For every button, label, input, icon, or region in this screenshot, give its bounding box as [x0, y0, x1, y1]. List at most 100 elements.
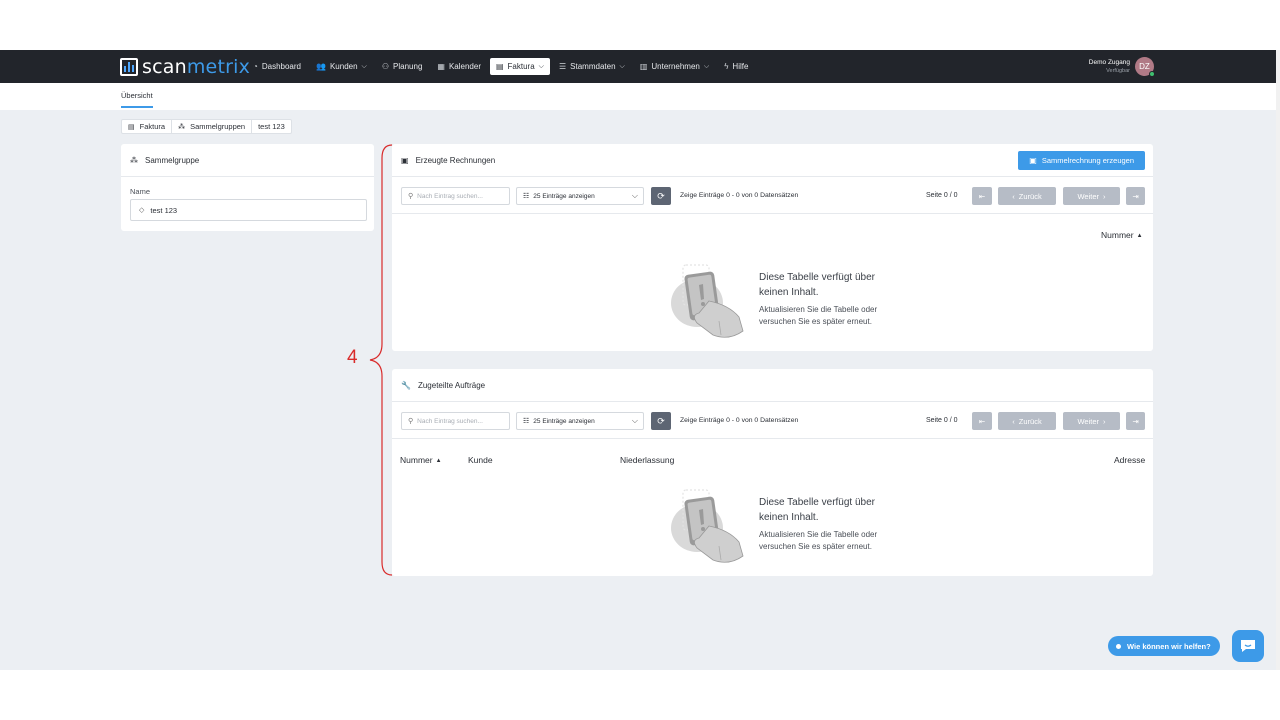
previous-page-button[interactable]: ‹ Zurück [998, 412, 1056, 430]
name-field: ◇ test 123 [130, 199, 367, 221]
chevron-down-icon: ⌵ [538, 62, 544, 70]
search-icon: ⚲ [408, 193, 414, 200]
nav-item-hilfe[interactable]: ϟ Hilfe [718, 58, 754, 75]
breadcrumb-item-current: test 123 [258, 122, 285, 131]
last-page-button[interactable]: ⇥ [1126, 412, 1145, 430]
empty-state-text: Aktualisieren Sie die Tabelle oder versu… [759, 305, 878, 326]
refresh-button[interactable]: ⟳ [651, 412, 671, 430]
card-header: ⁂ Sammelgruppe [121, 144, 374, 177]
empty-state: Diese Tabelle verfügt über keinen Inhalt… [669, 486, 899, 566]
create-collective-invoice-button[interactable]: ▣ Sammelrechnung erzeugen [1018, 151, 1145, 170]
previous-page-button[interactable]: ‹ Zurück [998, 187, 1056, 205]
chevron-down-icon: ⌵ [361, 62, 367, 70]
search-box[interactable]: ⚲ [401, 412, 510, 430]
cubes-icon: ⁂ [130, 155, 138, 165]
help-icon: ϟ [724, 62, 729, 71]
next-page-button[interactable]: Weiter › [1063, 187, 1120, 205]
column-header-kunde[interactable]: Kunde [468, 455, 493, 465]
chevron-left-icon: ‹ [1012, 416, 1015, 426]
brand-logo[interactable]: scanmetrix [120, 56, 251, 78]
chevron-down-icon: ⌵ [631, 416, 638, 425]
avatar[interactable]: DZ [1135, 57, 1155, 77]
status-dot [1116, 643, 1121, 649]
page-size-select[interactable]: ☷ 25 Einträge anzeigen ⌵ [516, 187, 644, 205]
nav-item-unternehmen[interactable]: ▥ Unternehmen ⌵ [634, 58, 715, 75]
sammelgruppe-card: ⁂ Sammelgruppe Name ◇ test 123 [121, 144, 374, 231]
chat-button[interactable] [1232, 630, 1264, 662]
tab-uebersicht[interactable]: Übersicht [121, 91, 153, 108]
page-size-select[interactable]: ☷ 25 Einträge anzeigen ⌵ [516, 412, 644, 430]
chevron-down-icon: ⌵ [619, 62, 625, 70]
nav-item-kalender[interactable]: ▦ Kalender [431, 58, 487, 75]
column-header-nummer[interactable]: Nummer ▲ [400, 455, 442, 465]
first-page-icon: ⇤ [978, 191, 986, 201]
page-indicator: Seite 0 / 0 [926, 417, 958, 424]
search-input[interactable] [417, 417, 506, 425]
last-page-icon: ⇥ [1132, 191, 1139, 201]
building-icon: ▥ [639, 62, 648, 71]
column-header-nummer[interactable]: Nummer ▲ [1101, 230, 1143, 240]
breadcrumb-item-faktura[interactable]: ▤ Faktura [122, 120, 173, 133]
money-bill-icon: ▣ [1029, 156, 1037, 165]
chevron-down-icon: ⌵ [703, 62, 710, 70]
sitemap-icon: ⚇ [381, 62, 390, 71]
breadcrumb-item-sammelgruppen[interactable]: ⁂ Sammelgruppen [172, 120, 253, 133]
online-status-dot [1149, 71, 1155, 77]
list-icon: ☷ [523, 193, 530, 200]
dashboard-icon: ◔ [253, 62, 258, 71]
page-indicator: Seite 0 / 0 [926, 192, 958, 199]
name-label: Name [130, 187, 151, 196]
search-input[interactable] [417, 192, 506, 200]
nav-item-faktura[interactable]: ▤ Faktura ⌵ [489, 58, 550, 75]
nav-item-planung[interactable]: ⚇ Planung [376, 58, 429, 75]
logo-mark-icon [120, 58, 138, 76]
search-box[interactable]: ⚲ [401, 187, 510, 205]
first-page-button[interactable]: ⇤ [972, 412, 992, 430]
empty-state: Diese Tabelle verfügt über keinen Inhalt… [669, 261, 899, 341]
refresh-icon: ⟳ [657, 190, 665, 201]
main-nav: ◔ Dashboard 👥 Kunden ⌵ ⚇ Planung ▦ Kalender ▤… [247, 50, 757, 83]
top-navbar: scanmetrix ◔ Dashboard 👥 Kunden ⌵ ⚇ Planung … [0, 50, 1276, 83]
invoices-card: ▣ Erzeugte Rechnungen ▣ Sammelrechnung erz… [392, 144, 1153, 351]
users-icon: 👥 [315, 62, 326, 71]
orders-card: 🔧Zugeteilte Aufträge ⚲ ☷25 Einträge anze… [392, 369, 1153, 576]
chat-icon [1241, 640, 1255, 652]
user-status: Verfügbar [1106, 67, 1130, 74]
logo-text: scanmetrix [142, 56, 251, 78]
entries-info: Zeige Einträge 0 - 0 von 0 Datensätzen [680, 192, 799, 199]
scrollbar[interactable] [1276, 50, 1280, 670]
empty-table-illustration-icon [671, 489, 744, 563]
nav-item-kunden[interactable]: 👥 Kunden ⌵ [310, 58, 373, 75]
calendar-icon: ▦ [437, 62, 445, 71]
wrench-icon: 🔧 [401, 380, 411, 390]
tag-icon: ◇ [139, 207, 145, 214]
refresh-button[interactable]: ⟳ [651, 187, 671, 205]
sub-navbar: Übersicht [0, 83, 1276, 110]
next-page-button[interactable]: Weiter › [1063, 412, 1120, 430]
entries-info: Zeige Einträge 0 - 0 von 0 Datensätzen [680, 417, 799, 424]
column-header-adresse[interactable]: Adresse [1114, 455, 1145, 465]
money-bill-icon: ▣ [401, 155, 409, 165]
chevron-down-icon: ⌵ [631, 191, 638, 200]
help-chat-prompt[interactable]: Wie können wir helfen? [1108, 636, 1220, 656]
table-toolbar: ⚲ ☷25 Einträge anzeigen⌵ ⟳ Zeige Einträg… [392, 403, 1153, 439]
chevron-right-icon: › [1103, 416, 1106, 426]
empty-state-title: Diese Tabelle verfügt über keinen Inhalt… [759, 497, 875, 523]
first-page-icon: ⇤ [978, 416, 986, 426]
chevron-right-icon: › [1103, 191, 1106, 201]
card-header: 🔧 Zugeteilte Aufträge [392, 369, 1153, 402]
first-page-button[interactable]: ⇤ [972, 187, 992, 205]
chevron-left-icon: ‹ [1012, 191, 1015, 201]
empty-state-title: Diese Tabelle verfügt über keinen Inhalt… [759, 272, 875, 298]
money-icon: ▤ [495, 62, 504, 71]
cubes-icon: ⁂ [178, 123, 186, 131]
last-page-button[interactable]: ⇥ [1126, 187, 1145, 205]
nav-item-dashboard[interactable]: ◔ Dashboard [247, 58, 307, 75]
app-area: scanmetrix ◔ Dashboard 👥 Kunden ⌵ ⚇ Planung … [0, 50, 1276, 670]
card-header: ▣ Erzeugte Rechnungen ▣ Sammelrechnung erz… [392, 144, 1153, 177]
nav-item-stammdaten[interactable]: ☰ Stammdaten ⌵ [553, 58, 631, 75]
breadcrumb: ▤ Faktura ⁂ Sammelgruppen test 123 [121, 119, 292, 134]
annotation-number: 4 [347, 347, 358, 368]
column-header-niederlassung[interactable]: Niederlassung [620, 455, 674, 465]
user-menu[interactable]: Demo Zugang Verfügbar DZ [1089, 57, 1155, 77]
